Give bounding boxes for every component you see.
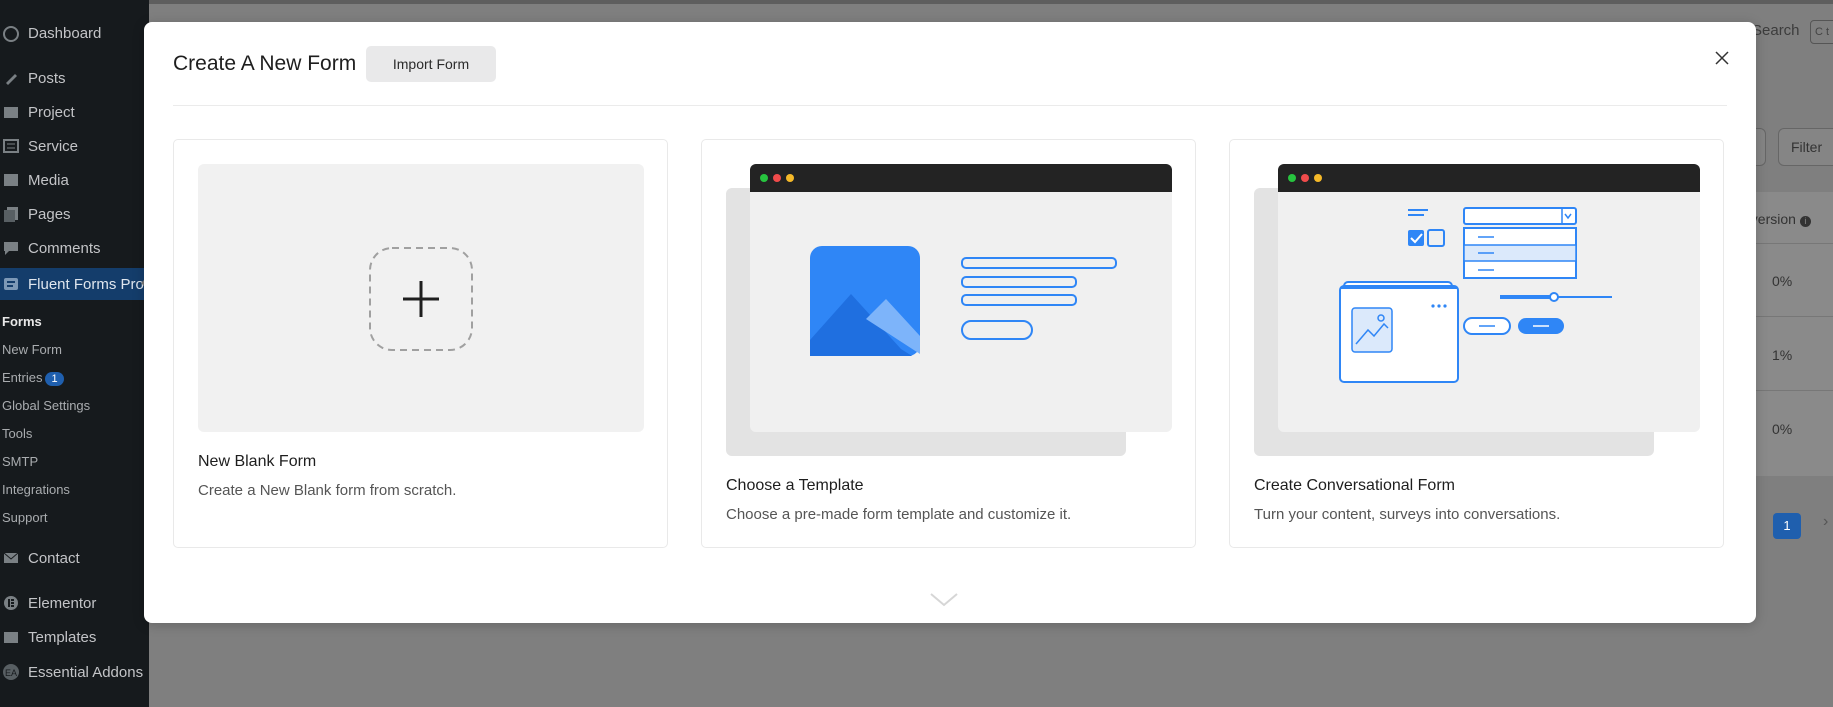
sidebar-item-pages[interactable]: Pages <box>0 199 149 229</box>
sidebar-item-label: Media <box>28 171 69 189</box>
sidebar-item-media[interactable]: Media <box>0 165 149 195</box>
sidebar-item-label: Comments <box>28 239 101 257</box>
bg-cell: 0% <box>1772 421 1793 437</box>
bg-cell: 0% <box>1772 273 1793 289</box>
bg-shortcut-hint: C t <box>1810 20 1833 44</box>
card-description: Choose a pre-made form template and cust… <box>726 506 1072 523</box>
sidebar-item-posts[interactable]: Posts <box>0 63 149 93</box>
bg-search-label: Search <box>1752 22 1800 39</box>
bg-next-icon: › <box>1823 513 1829 530</box>
ea-icon: EA <box>2 663 20 681</box>
media-icon <box>2 171 20 189</box>
mail-icon <box>2 549 20 567</box>
sidebar-item-label: Essential Addons <box>28 663 144 681</box>
card-title: Create Conversational Form <box>1254 477 1455 494</box>
conversational-illustration <box>1254 164 1700 456</box>
submenu-smtp[interactable]: SMTP <box>2 454 38 469</box>
sidebar-item-service[interactable]: Service <box>0 131 149 161</box>
admin-sidebar: Dashboard Posts Project Service Media Pa… <box>0 0 149 707</box>
folder-icon <box>2 628 20 646</box>
info-icon: i <box>1799 216 1811 227</box>
card-description: Create a New Blank form from scratch. <box>198 482 457 499</box>
card-description: Turn your content, surveys into conversa… <box>1254 506 1561 523</box>
submenu-integrations[interactable]: Integrations <box>2 482 70 497</box>
modal-title: Create A New Form <box>173 52 357 75</box>
blank-form-illustration <box>198 164 644 432</box>
sidebar-item-label: Posts <box>28 69 66 87</box>
sidebar-item-fluent-forms[interactable]: Fluent Forms Pro <box>0 268 149 300</box>
card-title: Choose a Template <box>726 477 864 494</box>
conversational-form-card[interactable]: Create Conversational Form Turn your con… <box>1229 139 1724 548</box>
submenu-label: Entries <box>2 370 43 385</box>
fluent-forms-icon <box>2 275 20 293</box>
submenu-new-form[interactable]: New Form <box>2 342 62 357</box>
entries-count-badge: 1 <box>45 372 64 386</box>
folder-icon <box>2 103 20 121</box>
comment-icon <box>2 239 20 257</box>
submenu-entries[interactable]: Entries 1 <box>2 370 64 386</box>
sidebar-item-contact[interactable]: Contact <box>0 543 149 573</box>
bg-cell: 1% <box>1772 347 1793 363</box>
submenu-support[interactable]: Support <box>2 510 48 525</box>
list-icon <box>2 137 20 155</box>
bg-filter-button: Filter <box>1778 128 1833 166</box>
sidebar-item-label: Templates <box>28 628 97 646</box>
scroll-down-chevron-icon[interactable] <box>929 592 959 613</box>
card-title: New Blank Form <box>198 453 317 470</box>
submenu-forms[interactable]: Forms <box>2 314 42 329</box>
sidebar-item-label: Dashboard <box>28 24 102 42</box>
sidebar-item-essential-addons[interactable]: EA Essential Addons <box>0 657 149 687</box>
sidebar-item-comments[interactable]: Comments <box>0 233 149 263</box>
sidebar-item-label: Service <box>28 137 79 155</box>
sidebar-item-label: Fluent Forms Pro <box>28 275 144 293</box>
dashboard-icon <box>2 24 20 42</box>
new-blank-form-card[interactable]: New Blank Form Create a New Blank form f… <box>173 139 668 548</box>
submenu-tools[interactable]: Tools <box>2 426 32 441</box>
modal-divider <box>173 105 1727 106</box>
svg-text:EA: EA <box>5 668 17 678</box>
sidebar-item-project[interactable]: Project <box>0 97 149 127</box>
pages-icon <box>2 205 20 223</box>
admin-bar <box>149 0 1833 4</box>
sidebar-item-templates[interactable]: Templates <box>0 622 149 652</box>
sidebar-item-elementor[interactable]: Elementor <box>0 588 149 618</box>
close-button[interactable] <box>1706 42 1738 74</box>
pin-icon <box>2 69 20 87</box>
sidebar-item-label: Elementor <box>28 594 97 612</box>
sidebar-item-label: Pages <box>28 205 71 223</box>
template-illustration <box>726 164 1172 456</box>
import-form-button[interactable]: Import Form <box>366 46 496 82</box>
create-form-modal: Create A New Form Import Form New Blank … <box>144 22 1756 623</box>
close-icon <box>1715 51 1729 65</box>
choose-template-card[interactable]: Choose a Template Choose a pre-made form… <box>701 139 1196 548</box>
submenu-global-settings[interactable]: Global Settings <box>2 398 90 413</box>
sidebar-item-label: Contact <box>28 549 80 567</box>
sidebar-item-dashboard[interactable]: Dashboard <box>0 18 149 48</box>
bg-pagination-current: 1 <box>1773 513 1801 539</box>
sidebar-item-label: Project <box>28 103 75 121</box>
elementor-icon <box>2 594 20 612</box>
